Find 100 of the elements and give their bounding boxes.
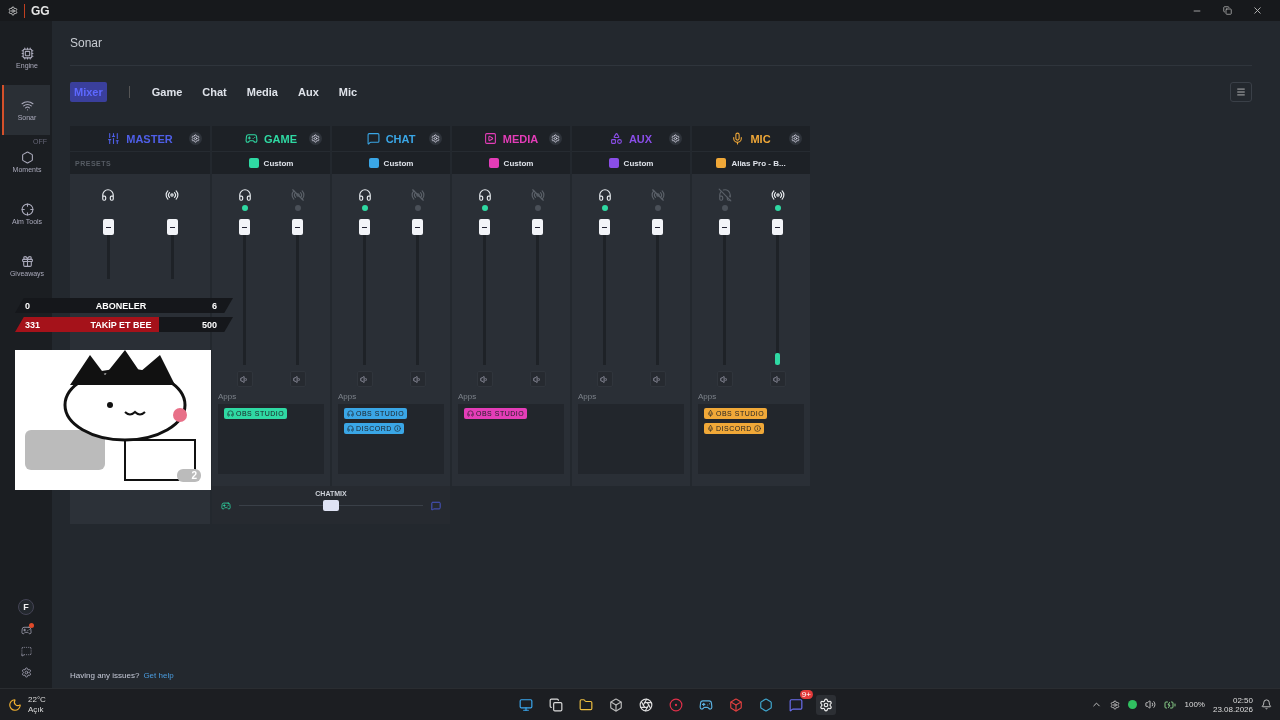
channel-name: CHAT [385,132,416,145]
slider-thumb[interactable] [102,219,114,235]
tab[interactable]: Chat [198,82,231,102]
close-icon[interactable] [1251,5,1263,16]
volume-slider[interactable] [479,219,490,365]
help-link[interactable]: Get help [143,671,174,680]
volume-slider[interactable] [292,219,303,365]
volume-slider[interactable] [239,219,250,365]
mute-button[interactable] [649,371,666,387]
broadcast-icon [165,188,179,202]
ring-icon[interactable] [668,697,683,712]
gamepad-icon[interactable] [20,625,32,636]
cube-icon[interactable] [728,697,743,712]
headphones-icon [347,425,354,432]
info-icon [753,425,761,432]
volume-slider[interactable] [772,219,783,365]
speaker-icon [773,374,782,384]
volume-icon[interactable] [1145,699,1157,710]
aperture-icon[interactable] [638,697,653,712]
gear-icon [818,697,833,712]
mute-button[interactable] [236,371,253,387]
gear-icon[interactable] [1110,699,1121,710]
mute-button[interactable] [596,371,613,387]
settings-button[interactable] [429,132,442,145]
mute-button[interactable] [289,371,306,387]
menu-button[interactable] [1230,82,1252,102]
slider-thumb[interactable] [412,219,423,235]
slider-thumb[interactable] [359,219,370,235]
slider-thumb[interactable] [239,219,250,235]
preset-selector[interactable]: Custom [623,158,654,168]
preset-selector[interactable]: Custom [503,158,534,168]
task-view-icon[interactable] [548,697,563,712]
volume-slider[interactable] [599,219,610,365]
volume-slider[interactable] [719,219,730,365]
volume-slider[interactable] [412,219,423,365]
mute-button[interactable] [529,371,546,387]
headphones-icon [227,410,234,417]
slider-thumb[interactable] [323,500,339,511]
stat-goal: 500 [200,319,217,330]
slider-thumb[interactable] [166,219,178,235]
volume-slider[interactable] [166,219,178,279]
slider-thumb[interactable] [292,219,303,235]
chat-icon[interactable] [788,697,803,712]
game-icon [245,132,258,145]
speaker-icon [600,374,609,384]
cube-icon[interactable] [608,697,623,712]
chat-icon [366,132,380,145]
slider-thumb[interactable] [599,219,610,235]
chatmix-slider[interactable] [239,500,423,511]
tab[interactable]: Aux [293,82,323,102]
slider-thumb[interactable] [479,219,490,235]
settings-button[interactable] [549,132,562,145]
hexagon-icon[interactable] [758,697,773,712]
restore-icon[interactable] [1222,6,1232,15]
preset-selector[interactable]: Custom [383,158,414,168]
mute-button[interactable] [716,371,733,387]
aux-icon [609,132,623,145]
tab[interactable]: Mic [334,82,362,102]
gamepad-icon[interactable] [698,697,713,712]
broadcast-off-icon [290,188,305,202]
mute-button[interactable] [769,371,786,387]
feedback-icon[interactable] [20,646,32,657]
settings-button[interactable] [309,132,322,145]
folder-icon[interactable] [578,697,593,712]
stat-value: 331 [25,319,42,330]
speaker-icon [720,374,729,384]
notification-badge: 9+ [799,689,813,699]
slider-thumb[interactable] [772,219,783,235]
mute-button[interactable] [409,371,426,387]
tab[interactable]: Game [147,82,187,102]
settings-icon[interactable] [20,667,32,678]
monitor-icon[interactable] [518,697,533,712]
volume-slider[interactable] [359,219,370,365]
taskbar-button[interactable] [815,694,836,715]
slider-thumb[interactable] [652,219,663,235]
slider-thumb[interactable] [532,219,543,235]
volume-slider[interactable] [532,219,543,365]
status-icon[interactable] [1128,700,1138,709]
gamepad-icon [221,500,231,511]
settings-button[interactable] [189,132,202,145]
mute-button[interactable] [476,371,493,387]
channel-name: MIC [750,132,771,145]
tab[interactable]: Media [242,82,282,102]
key-counter: 2 [177,469,201,482]
broadcast-icon [770,188,785,202]
preset-icon [248,158,259,168]
slider-thumb[interactable] [719,219,730,235]
mute-button[interactable] [356,371,373,387]
speaker-icon [653,374,662,384]
preset-selector[interactable]: Custom [263,158,294,168]
chat-icon [431,500,441,511]
settings-button[interactable] [669,132,682,145]
headphones-icon [357,188,372,202]
volume-slider[interactable] [102,219,114,279]
volume-slider[interactable] [652,219,663,365]
user-avatar[interactable]: F [18,599,34,615]
settings-icon [191,134,200,143]
notification-icon[interactable] [1261,699,1272,710]
settings-button[interactable] [789,132,802,145]
speaker-icon [293,374,302,384]
